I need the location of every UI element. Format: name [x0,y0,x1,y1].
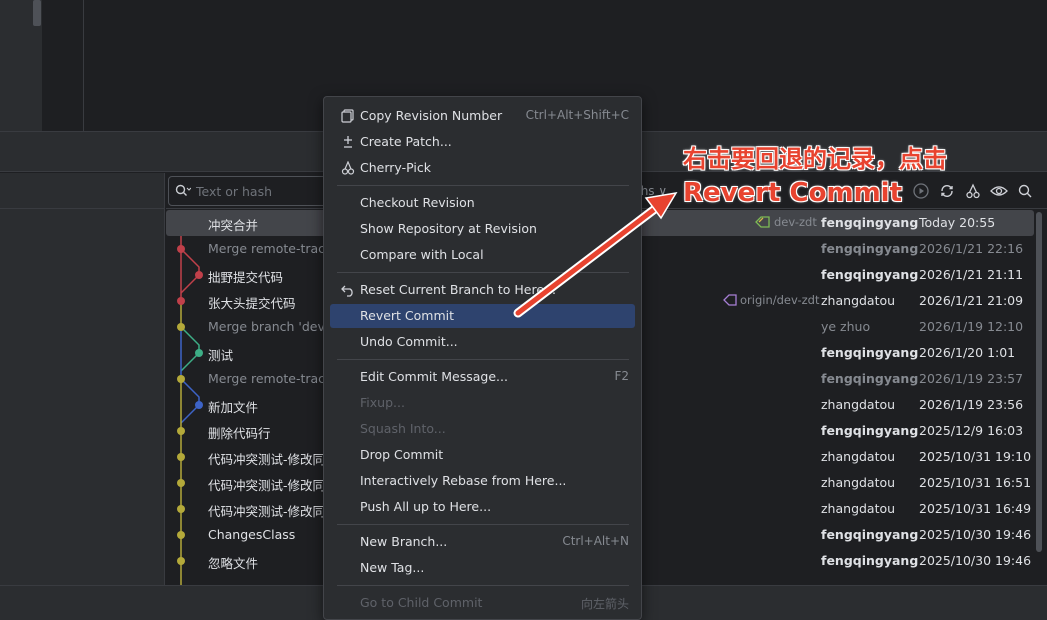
annotation-text: 右击要回退的记录，点击 Revert Commit [683,142,947,210]
annotation-line-1: 右击要回退的记录，点击 [683,145,947,173]
annotation-line-2: Revert Commit [683,178,903,208]
annotation-arrow [513,191,678,318]
